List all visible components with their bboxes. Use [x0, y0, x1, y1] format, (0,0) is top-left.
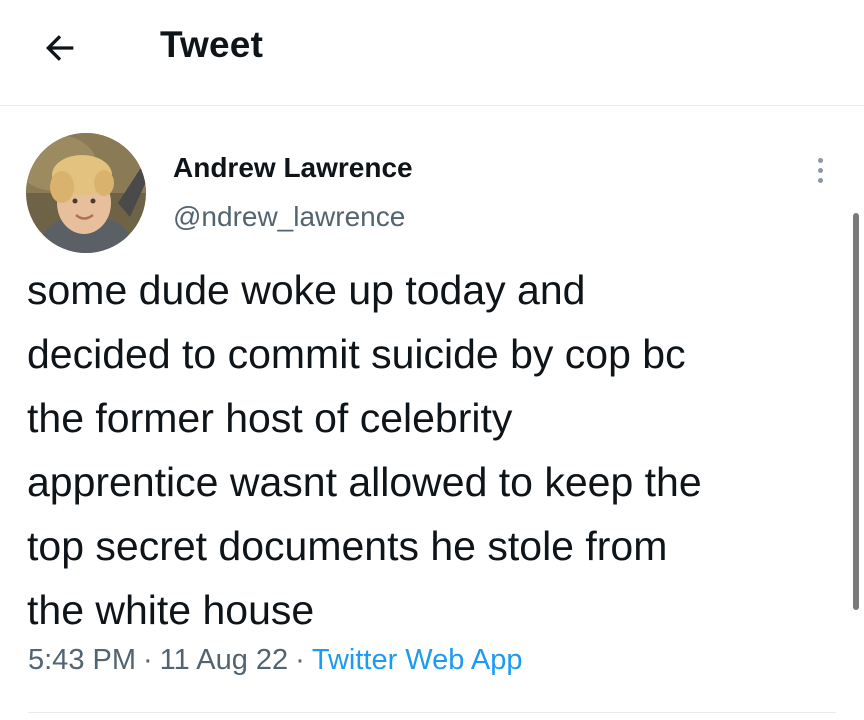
tweet-source-link[interactable]: Twitter Web App — [312, 644, 523, 676]
arrow-left-icon — [46, 35, 74, 61]
more-options-button[interactable] — [806, 150, 834, 190]
meta-separator: · — [143, 644, 153, 676]
more-vertical-icon — [817, 157, 823, 163]
tweet-time[interactable]: 5:43 PM — [28, 644, 136, 676]
divider — [28, 712, 836, 713]
avatar[interactable] — [26, 133, 146, 253]
back-button[interactable] — [38, 26, 82, 70]
author-name[interactable]: Andrew Lawrence — [173, 152, 413, 184]
author-handle[interactable]: @ndrew_lawrence — [173, 201, 405, 233]
tweet-metadata: 5:43 PM · 11 Aug 22 · Twitter Web App — [28, 644, 522, 677]
more-vertical-icon-dot — [817, 177, 823, 183]
top-bar: Tweet — [0, 0, 864, 106]
scrollbar[interactable] — [853, 213, 859, 610]
tweet-date[interactable]: 11 Aug 22 — [160, 644, 288, 676]
page-title: Tweet — [160, 24, 264, 65]
meta-separator: · — [295, 644, 305, 676]
more-vertical-icon-dot — [817, 167, 823, 173]
tweet-text: some dude woke up today and decided to c… — [27, 267, 702, 633]
avatar-image — [26, 133, 146, 253]
